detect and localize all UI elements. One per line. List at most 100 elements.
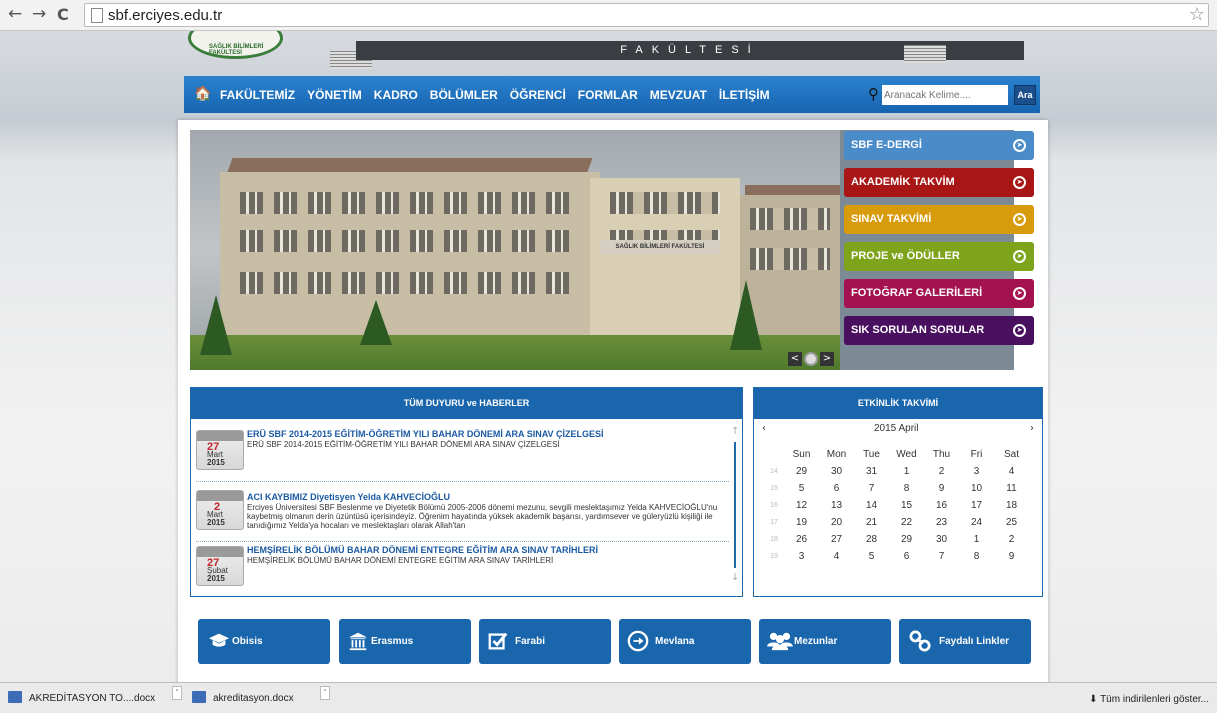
forward-arrow-icon[interactable]: → xyxy=(32,4,46,24)
calendar-day[interactable]: 18 xyxy=(994,497,1029,514)
calendar-day[interactable]: 26 xyxy=(784,531,819,548)
menu-item-bolumler[interactable]: BÖLÜMLER xyxy=(430,88,498,102)
quick-link-dergi[interactable]: SBF E-DERGİ ➤ xyxy=(844,131,1034,160)
calendar-day[interactable]: 2 xyxy=(994,531,1029,548)
news-item[interactable]: 27 Mart 2015 ERÜ SBF 2014-2015 EĞİTİM-ÖĞ… xyxy=(196,426,729,482)
calendar-day[interactable]: 24 xyxy=(959,514,994,531)
calendar-day[interactable]: 3 xyxy=(959,463,994,480)
calendar-day[interactable]: 19 xyxy=(784,514,819,531)
menu-item-mevzuat[interactable]: MEVZUAT xyxy=(650,88,707,102)
calendar-day[interactable]: 29 xyxy=(889,531,924,548)
menu-item-fakultemiz[interactable]: FAKÜLTEMİZ xyxy=(220,88,295,102)
calendar-next-button[interactable]: › xyxy=(1030,423,1034,434)
calendar-day[interactable]: 11 xyxy=(994,480,1029,497)
menu-items: FAKÜLTEMİZ YÖNETİM KADRO BÖLÜMLER ÖĞRENC… xyxy=(220,76,782,113)
home-icon[interactable]: 🏠 xyxy=(194,86,211,102)
calendar-day[interactable]: 12 xyxy=(784,497,819,514)
quick-link-akademik-takvim[interactable]: AKADEMİK TAKVİM ➤ xyxy=(844,168,1034,197)
quick-link-sss[interactable]: SIK SORULAN SORULAR ➤ xyxy=(844,316,1034,345)
calendar-day[interactable]: 15 xyxy=(889,497,924,514)
news-item[interactable]: 27 Şubat 2015 HEMŞİRELİK BÖLÜMÜ BAHAR DÖ… xyxy=(196,542,729,590)
calendar-day[interactable]: 10 xyxy=(959,480,994,497)
calendar-day[interactable]: 7 xyxy=(854,480,889,497)
erasmus-button[interactable]: Erasmus xyxy=(339,619,471,664)
calendar-day[interactable]: 23 xyxy=(924,514,959,531)
quick-link-sinav-takvimi[interactable]: SINAV TAKVİMİ ➤ xyxy=(844,205,1034,234)
calendar-day[interactable]: 8 xyxy=(889,480,924,497)
news-title-link[interactable]: ERÜ SBF 2014-2015 EĞİTİM-ÖĞRETİM YILI BA… xyxy=(247,429,604,439)
news-scrollbar[interactable]: ↑ ↓ xyxy=(731,426,739,586)
calendar-day[interactable]: 6 xyxy=(889,548,924,565)
calendar-day[interactable]: 13 xyxy=(819,497,854,514)
calendar-prev-button[interactable]: ‹ xyxy=(762,423,766,434)
mevlana-button[interactable]: Mevlana xyxy=(619,619,751,664)
farabi-button[interactable]: Farabi xyxy=(479,619,611,664)
news-year: 2015 xyxy=(207,574,225,583)
faculty-logo[interactable]: SAĞLIK BİLİMLERİ FAKÜLTESİ xyxy=(188,31,283,59)
show-all-label: Tüm indirilenleri göster... xyxy=(1100,694,1209,705)
calendar-day[interactable]: 17 xyxy=(959,497,994,514)
calendar-day[interactable]: 30 xyxy=(924,531,959,548)
calendar-day[interactable]: 16 xyxy=(924,497,959,514)
quick-link-label: AKADEMİK TAKVİM xyxy=(851,176,955,188)
search-button[interactable]: Ara xyxy=(1014,85,1036,105)
download-menu-chevron-icon[interactable]: ˅ xyxy=(320,686,330,700)
slider-dot[interactable] xyxy=(804,352,818,366)
menu-item-kadro[interactable]: KADRO xyxy=(374,88,418,102)
slider-next-button[interactable]: > xyxy=(820,352,834,366)
calendar-day[interactable]: 9 xyxy=(994,548,1029,565)
news-title-link[interactable]: ACI KAYBIMIZ Diyetisyen Yelda KAHVECİOĞL… xyxy=(247,492,450,502)
calendar-day[interactable]: 4 xyxy=(819,548,854,565)
window-row xyxy=(750,208,830,230)
calendar-day[interactable]: 3 xyxy=(784,548,819,565)
calendar-day[interactable]: 6 xyxy=(819,480,854,497)
calendar-day[interactable]: 27 xyxy=(819,531,854,548)
calendar-day[interactable]: 21 xyxy=(854,514,889,531)
calendar-day[interactable]: 5 xyxy=(854,548,889,565)
calendar-date-icon: 2 Mart 2015 xyxy=(196,490,244,530)
quick-link-fotograf[interactable]: FOTOĞRAF GALERİLERİ ➤ xyxy=(844,279,1034,308)
back-arrow-icon[interactable]: ← xyxy=(8,4,22,24)
address-field[interactable]: sbf.erciyes.edu.tr ☆ xyxy=(84,3,1209,27)
calendar-day[interactable]: 20 xyxy=(819,514,854,531)
scroll-thumb[interactable] xyxy=(734,442,736,568)
mezunlar-button[interactable]: Mezunlar xyxy=(759,619,891,664)
menu-item-formlar[interactable]: FORMLAR xyxy=(578,88,638,102)
calendar-day[interactable]: 2 xyxy=(924,463,959,480)
bookmark-star-icon[interactable]: ☆ xyxy=(1189,4,1205,25)
download-menu-chevron-icon[interactable]: ˅ xyxy=(172,686,182,700)
menu-item-yonetim[interactable]: YÖNETİM xyxy=(307,88,362,102)
calendar-day[interactable]: 22 xyxy=(889,514,924,531)
calendar-day[interactable]: 1 xyxy=(889,463,924,480)
calendar-day[interactable]: 9 xyxy=(924,480,959,497)
obisis-button[interactable]: Obisis xyxy=(198,619,330,664)
menu-item-iletisim[interactable]: İLETİŞİM xyxy=(719,88,770,102)
calendar-day[interactable]: 25 xyxy=(994,514,1029,531)
calendar-day[interactable]: 31 xyxy=(854,463,889,480)
calendar-day[interactable]: 4 xyxy=(994,463,1029,480)
news-item[interactable]: 2 Mart 2015 ACI KAYBIMIZ Diyetisyen Yeld… xyxy=(196,482,729,542)
show-all-downloads-link[interactable]: ⬇ Tüm indirilenleri göster... xyxy=(1089,694,1209,705)
calendar-day[interactable]: 29 xyxy=(784,463,819,480)
faydali-linkler-button[interactable]: Faydalı Linkler xyxy=(899,619,1031,664)
calendar-day[interactable]: 8 xyxy=(959,548,994,565)
browser-toolbar: ← → C sbf.erciyes.edu.tr ☆ xyxy=(0,0,1217,31)
download-item[interactable]: AKREDİTASYON TO....docx xyxy=(8,689,155,709)
calendar-day[interactable]: 1 xyxy=(959,531,994,548)
reload-icon[interactable]: C xyxy=(57,5,69,24)
menu-item-ogrenci[interactable]: ÖĞRENCİ xyxy=(510,88,566,102)
slider-prev-button[interactable]: < xyxy=(788,352,802,366)
scroll-down-icon[interactable]: ↓ xyxy=(731,572,739,583)
calendar-day[interactable]: 14 xyxy=(854,497,889,514)
quick-link-proje-oduller[interactable]: PROJE ve ÖDÜLLER ➤ xyxy=(844,242,1034,271)
calendar-day[interactable]: 7 xyxy=(924,548,959,565)
news-title-link[interactable]: HEMŞİRELİK BÖLÜMÜ BAHAR DÖNEMİ ENTEGRE E… xyxy=(247,545,598,555)
calendar-day[interactable]: 30 xyxy=(819,463,854,480)
arrow-circle-icon: ➤ xyxy=(1013,176,1026,189)
calendar-day[interactable]: 5 xyxy=(784,480,819,497)
search-input[interactable] xyxy=(882,85,1008,105)
scroll-up-icon[interactable]: ↑ xyxy=(731,426,739,437)
download-item[interactable]: akreditasyon.docx xyxy=(192,689,294,709)
check-square-icon xyxy=(488,632,508,650)
calendar-day[interactable]: 28 xyxy=(854,531,889,548)
